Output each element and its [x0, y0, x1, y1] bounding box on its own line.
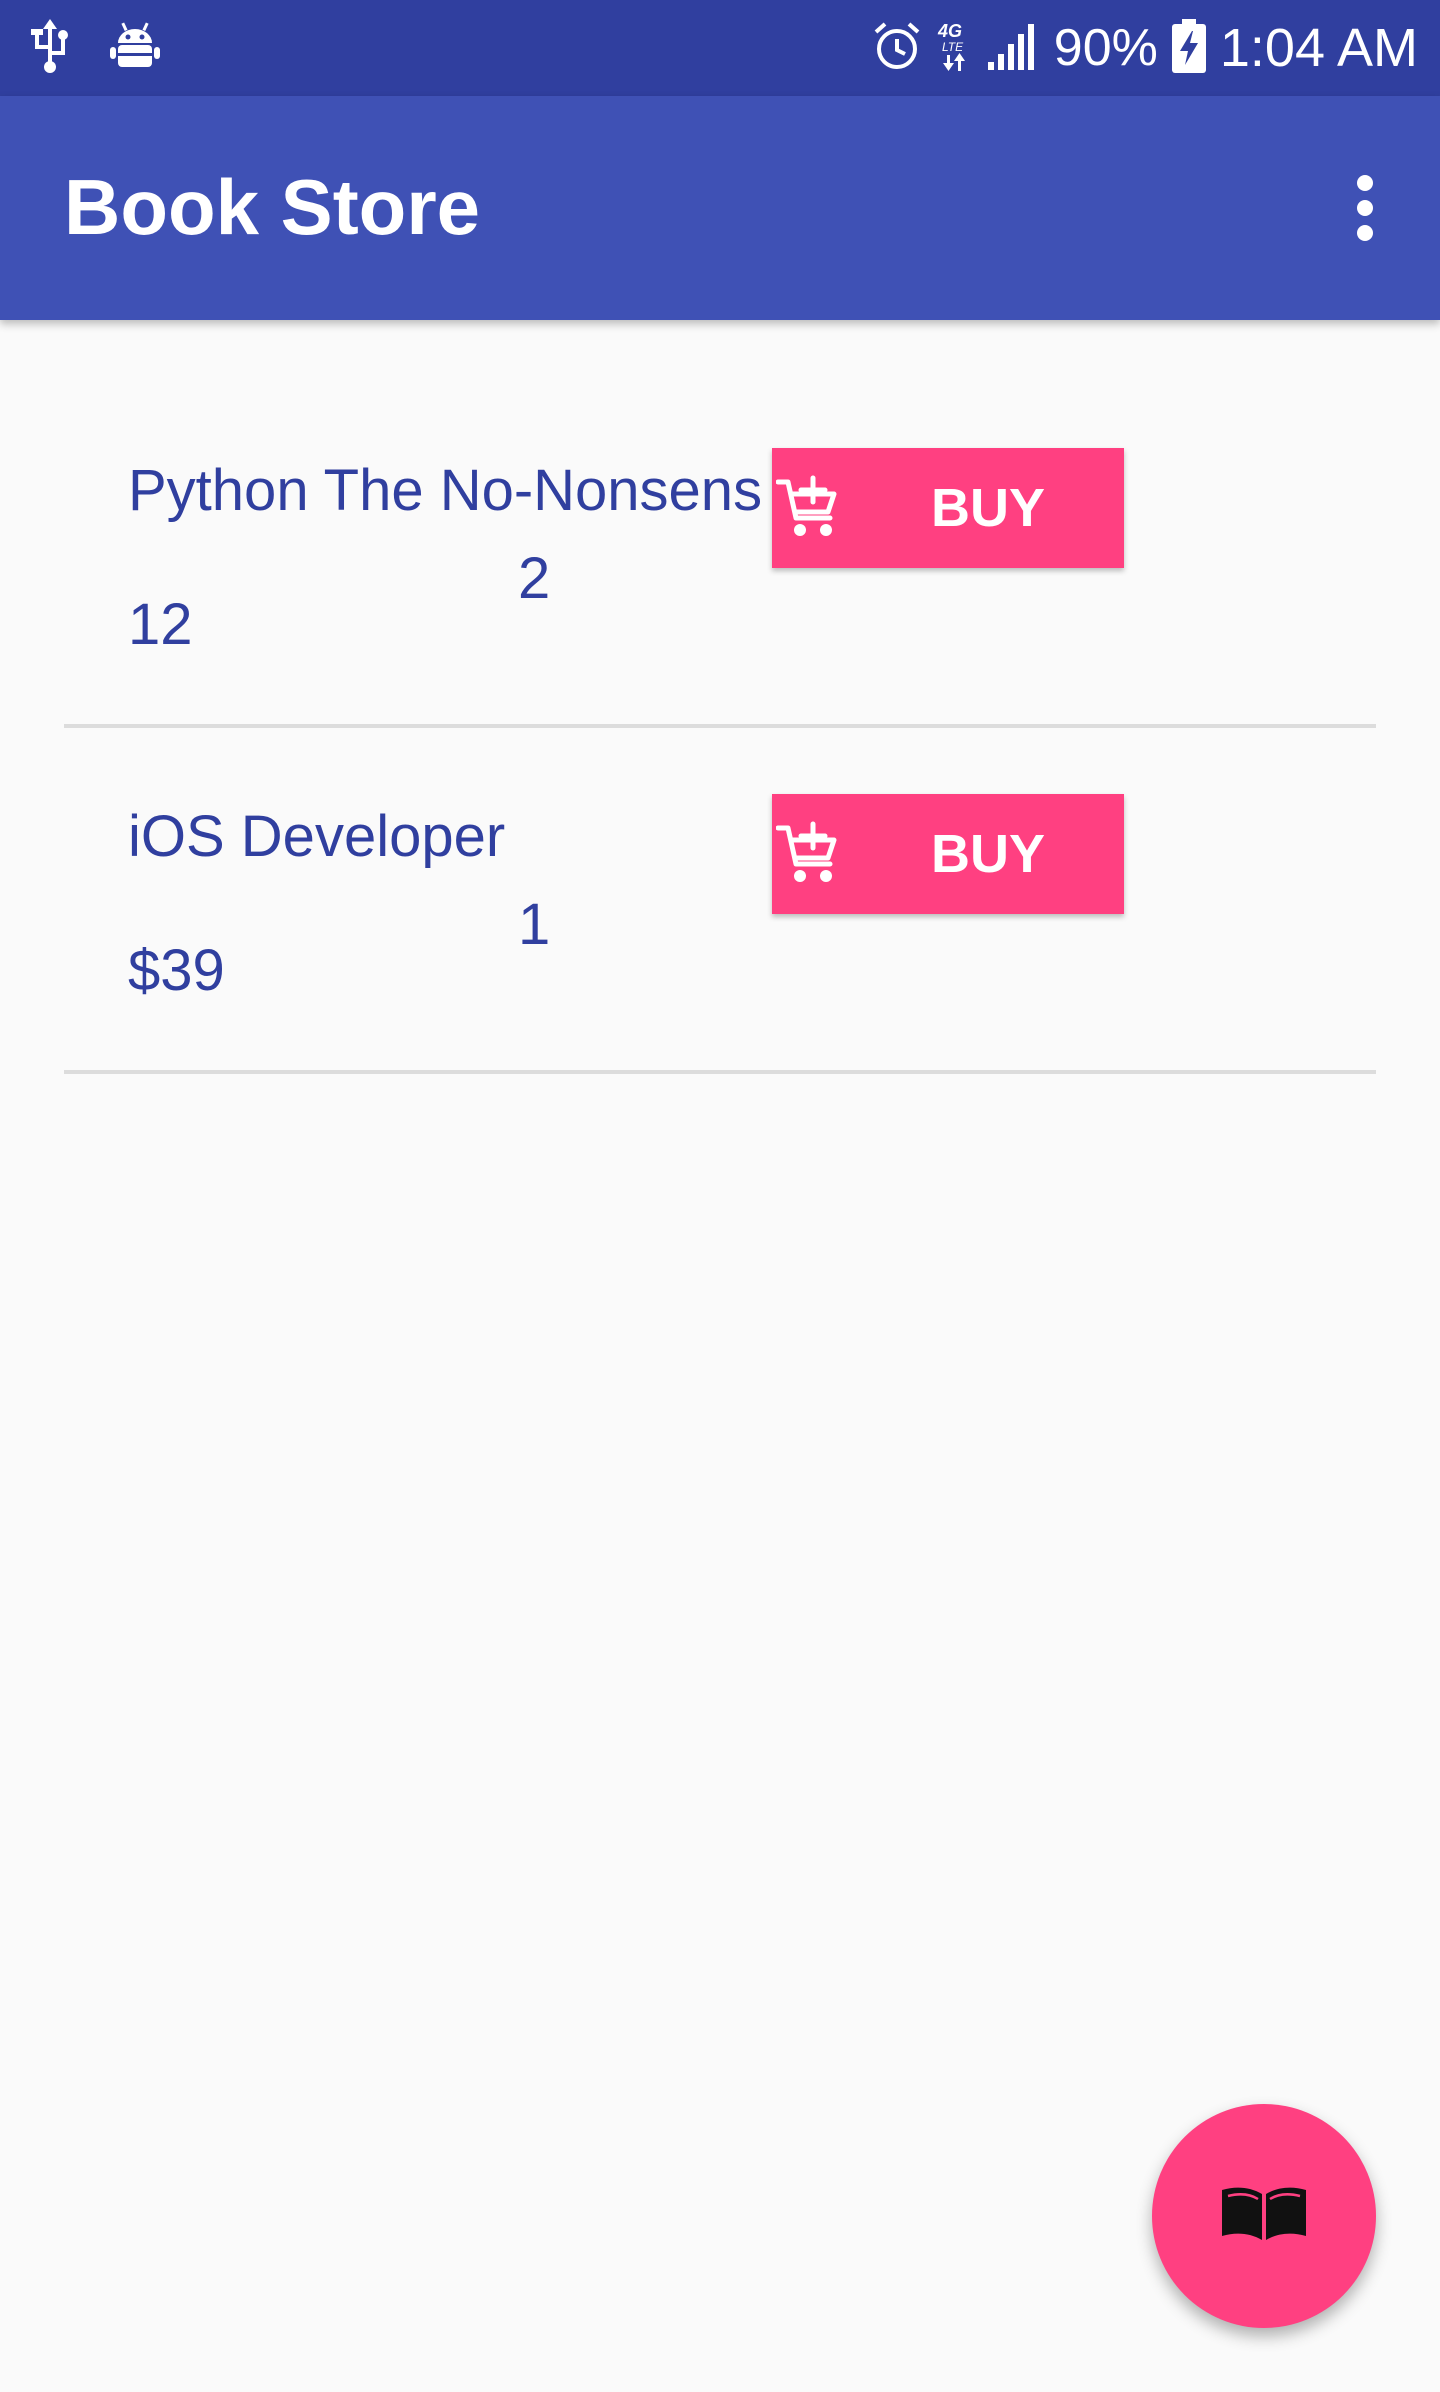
4g-lte-icon: 4G LTE [936, 19, 974, 78]
svg-text:4G: 4G [937, 21, 962, 41]
status-time: 1:04 AM [1219, 18, 1418, 78]
book-open-icon [1218, 2184, 1310, 2249]
status-left-icons [30, 18, 160, 78]
app-title: Book Store [64, 163, 481, 251]
add-shopping-cart-icon [775, 474, 840, 540]
list-item: Python The No-Nonsens 2 12 BUY [0, 320, 1440, 728]
book-title: Python The No-Nonsens [128, 458, 763, 523]
usb-icon [30, 18, 70, 78]
more-vert-icon[interactable] [1320, 160, 1410, 256]
book-fab-button[interactable] [1152, 2104, 1376, 2328]
book-quantity: 2 [518, 546, 551, 611]
add-shopping-cart-icon [775, 820, 840, 886]
book-price: 12 [128, 592, 193, 657]
signal-icon [987, 22, 1040, 75]
buy-button[interactable]: BUY [772, 794, 1124, 914]
book-list: Python The No-Nonsens 2 12 BUY iOS Devel… [0, 320, 1440, 1074]
svg-text:LTE: LTE [942, 40, 964, 54]
buy-label: BUY [930, 824, 1045, 884]
book-price: $39 [128, 938, 225, 1003]
status-right-icons: 4G LTE 90% 1:04 AM [872, 10, 1418, 86]
buy-button[interactable]: BUY [772, 448, 1124, 568]
book-quantity: 1 [518, 892, 551, 957]
alarm-icon [872, 20, 922, 77]
menu-dot [1357, 200, 1373, 216]
menu-dot [1357, 175, 1373, 191]
android-debug-icon [110, 21, 160, 76]
list-item: iOS Developer 1 $39 BUY [0, 728, 1440, 1074]
battery-charging-icon [1171, 18, 1206, 78]
battery-percentage: 90% [1053, 19, 1158, 77]
book-title: iOS Developer [128, 804, 506, 869]
menu-dot [1357, 225, 1373, 241]
status-bar: 4G LTE 90% 1:04 AM [0, 0, 1440, 96]
divider [64, 1070, 1376, 1074]
app-bar: Book Store [0, 96, 1440, 320]
buy-label: BUY [930, 478, 1045, 538]
